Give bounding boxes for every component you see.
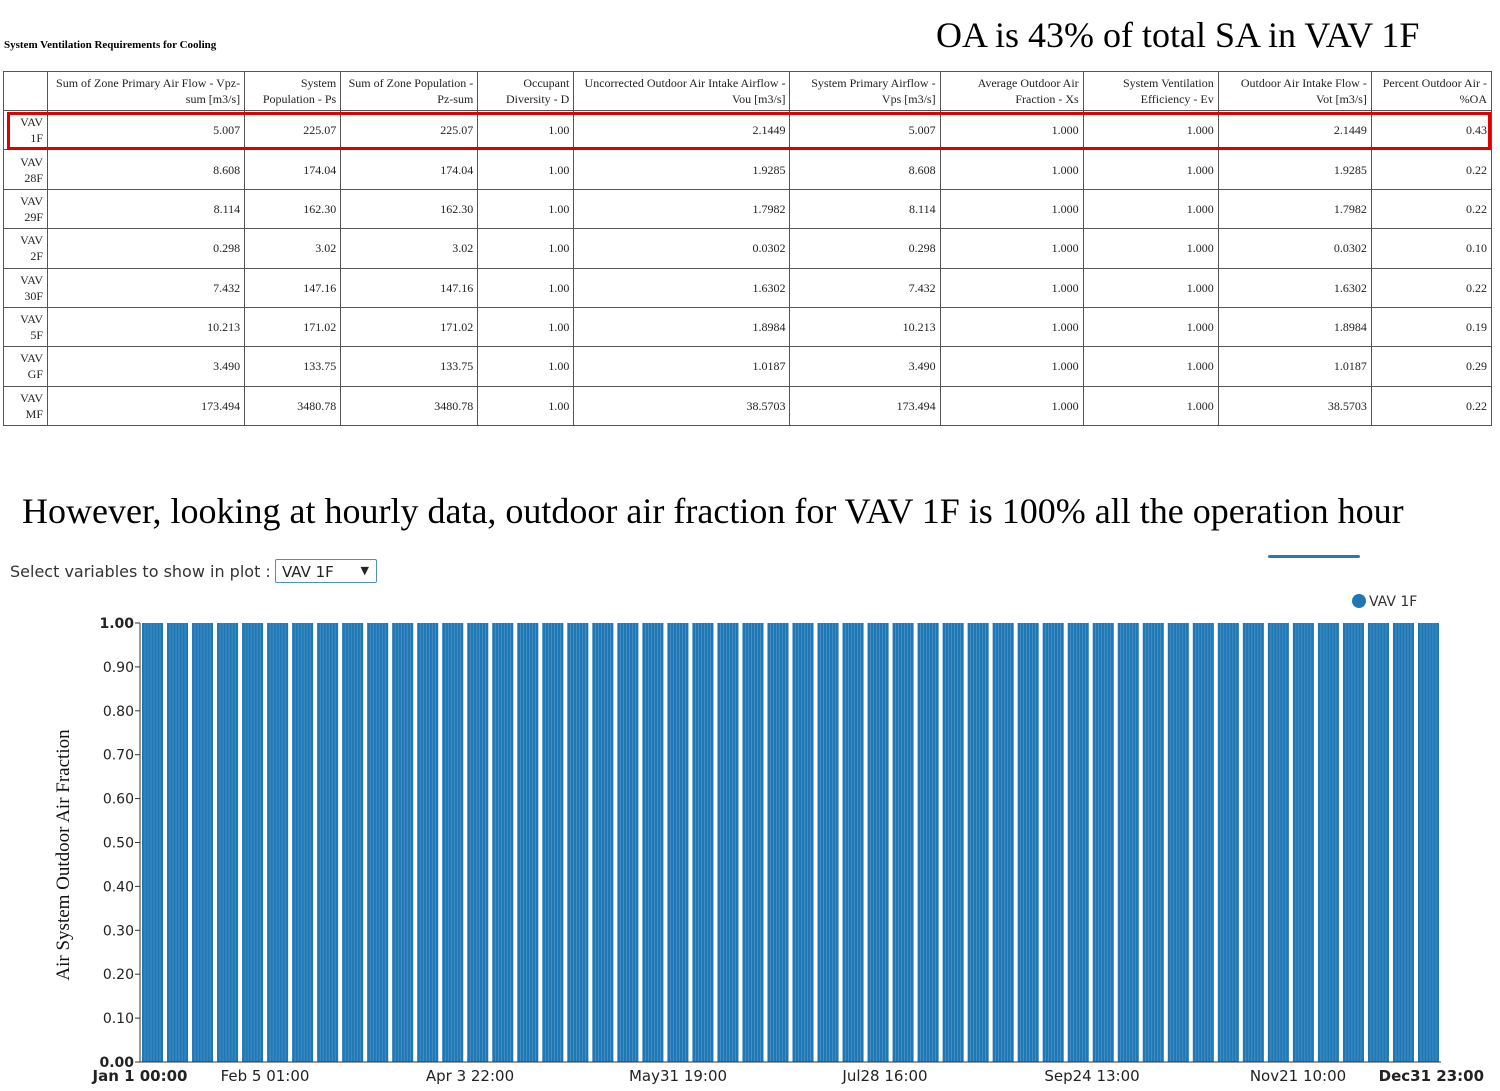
x-tick-label: Apr 3 22:00: [426, 1067, 514, 1085]
x-tick-label: Dec31 23:00: [1379, 1067, 1484, 1085]
x-tick-label: Sep24 13:00: [1044, 1067, 1139, 1085]
y-tick-label: 0.20: [103, 967, 134, 983]
x-tick-label: Jul28 16:00: [841, 1067, 927, 1085]
y-tick-label: 0.80: [103, 704, 134, 720]
x-tick-label: Nov21 10:00: [1250, 1067, 1346, 1085]
y-tick-label: 0.30: [103, 923, 134, 939]
outdoor-air-fraction-chart: 0.000.100.200.300.400.500.600.700.800.90…: [53, 616, 1484, 1085]
y-tick-label: 0.60: [103, 792, 134, 808]
y-tick-label: 0.40: [103, 879, 134, 895]
x-tick-label: Feb 5 01:00: [221, 1067, 310, 1085]
y-tick-label: 0.10: [103, 1011, 134, 1027]
x-tick-label: Jan 1 00:00: [91, 1067, 187, 1085]
x-tick-label: May31 19:00: [629, 1067, 727, 1085]
y-tick-label: 0.50: [103, 836, 134, 852]
y-tick-label: 0.70: [103, 748, 134, 764]
y-tick-label: 1.00: [99, 616, 134, 632]
y-tick-label: 0.90: [103, 660, 134, 676]
y-axis-label: Air System Outdoor Air Fraction: [53, 729, 74, 981]
